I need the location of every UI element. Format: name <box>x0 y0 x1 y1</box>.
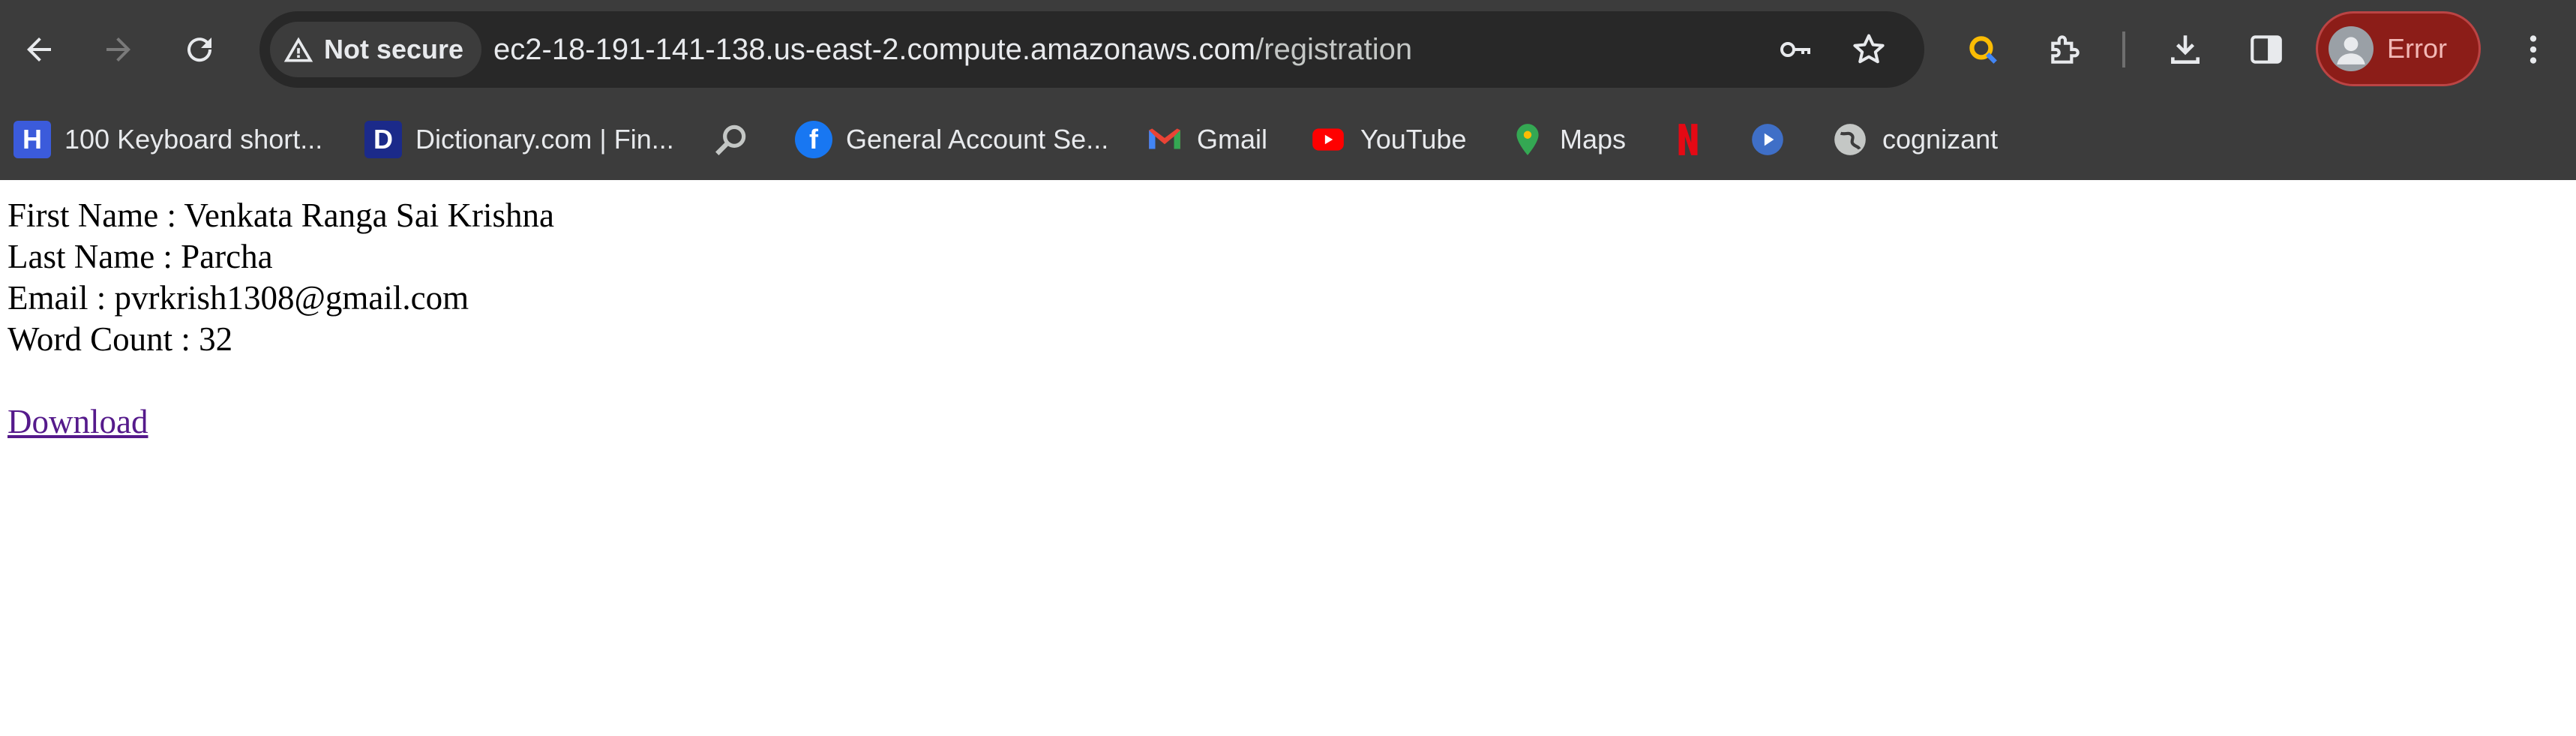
magnifier-icon <box>715 125 746 155</box>
youtube-icon <box>1312 128 1344 151</box>
bookmark-label: Gmail <box>1197 124 1268 155</box>
page-content: First Name : Venkata Ranga Sai Krishna L… <box>7 195 554 443</box>
bookmark-media-player[interactable] <box>1749 113 1786 167</box>
email-text: Email : pvrkrish1308@gmail.com <box>7 279 469 317</box>
security-indicator[interactable]: Not secure <box>270 22 482 77</box>
profile-status-label: Error <box>2387 33 2447 64</box>
toolbar-separator <box>2122 32 2125 68</box>
warning-triangle-icon <box>283 37 313 62</box>
url-host: ec2-18-191-141-138.us-east-2.compute.ama… <box>493 33 1256 66</box>
side-panel-button[interactable] <box>2244 27 2289 72</box>
url-text[interactable]: ec2-18-191-141-138.us-east-2.compute.ama… <box>493 11 1412 88</box>
bookmark-label: cognizant <box>1882 124 1999 155</box>
security-label: Not secure <box>324 34 464 65</box>
menu-button[interactable] <box>2511 27 2556 72</box>
maps-pin-icon <box>1516 124 1539 155</box>
bookmark-search-tool[interactable] <box>712 113 750 167</box>
reload-icon <box>187 38 212 62</box>
download-link[interactable]: Download <box>7 401 554 443</box>
star-icon[interactable] <box>1851 32 1887 68</box>
url-path: /registration <box>1255 33 1413 66</box>
first-name-text: First Name : Venkata Ranga Sai Krishna <box>7 197 555 234</box>
play-icon <box>1752 124 1783 155</box>
download-icon <box>2171 35 2200 64</box>
bookmark-label: Maps <box>1560 124 1627 155</box>
avatar <box>2329 26 2374 71</box>
bookmark-cognizant[interactable]: cognizant <box>1831 113 1998 167</box>
browser-chrome: Not secure ec2-18-191-141-138.us-east-2.… <box>0 0 2576 180</box>
globe-icon <box>1834 124 1866 155</box>
bookmark-label: YouTube <box>1360 124 1467 155</box>
word-count-text: Word Count : 32 <box>7 320 233 358</box>
extensions-button[interactable] <box>2043 27 2088 72</box>
netflix-icon <box>1678 124 1698 155</box>
facebook-icon: f <box>795 121 832 158</box>
puzzle-icon <box>2051 35 2080 64</box>
kebab-menu-icon <box>2530 35 2537 64</box>
bookmark-gmail[interactable]: Gmail <box>1146 113 1267 167</box>
last-name-text: Last Name : Parcha <box>7 238 273 275</box>
bookmark-dictionary[interactable]: D Dictionary.com | Fin... <box>364 113 674 167</box>
lens-icon <box>1969 36 1997 64</box>
gmail-icon <box>1149 128 1180 149</box>
bookmark-label: 100 Keyboard short... <box>64 124 323 155</box>
address-bar[interactable]: Not secure ec2-18-191-141-138.us-east-2.… <box>259 11 1924 88</box>
arrow-left-icon <box>27 38 51 62</box>
bookmark-keyboard-shortcuts[interactable]: H 100 Keyboard short... <box>13 113 322 167</box>
side-panel-icon <box>2251 35 2282 64</box>
bookmark-netflix[interactable] <box>1669 113 1707 167</box>
downloads-button[interactable] <box>2163 27 2208 72</box>
bookmarks-bar: H 100 Keyboard short... D Dictionary.com… <box>0 99 2576 180</box>
bookmark-label: Dictionary.com | Fin... <box>415 124 674 155</box>
profile-button[interactable]: Error <box>2316 11 2481 86</box>
h-favicon-icon: H <box>13 121 51 158</box>
user-icon <box>2337 37 2365 65</box>
bookmark-youtube[interactable]: YouTube <box>1309 113 1466 167</box>
arrow-right-icon <box>106 38 130 62</box>
bookmark-maps[interactable]: Maps <box>1509 113 1626 167</box>
reload-button[interactable] <box>177 27 222 72</box>
d-favicon-icon: D <box>364 121 402 158</box>
bookmark-general-account-settings[interactable]: f General Account Se... <box>795 113 1108 167</box>
browser-toolbar: Not secure ec2-18-191-141-138.us-east-2.… <box>0 0 2576 99</box>
key-icon[interactable] <box>1777 32 1813 68</box>
forward-button[interactable] <box>96 27 141 72</box>
back-button[interactable] <box>16 27 61 72</box>
bookmark-label: General Account Se... <box>846 124 1109 155</box>
lens-button[interactable] <box>1960 27 2005 72</box>
